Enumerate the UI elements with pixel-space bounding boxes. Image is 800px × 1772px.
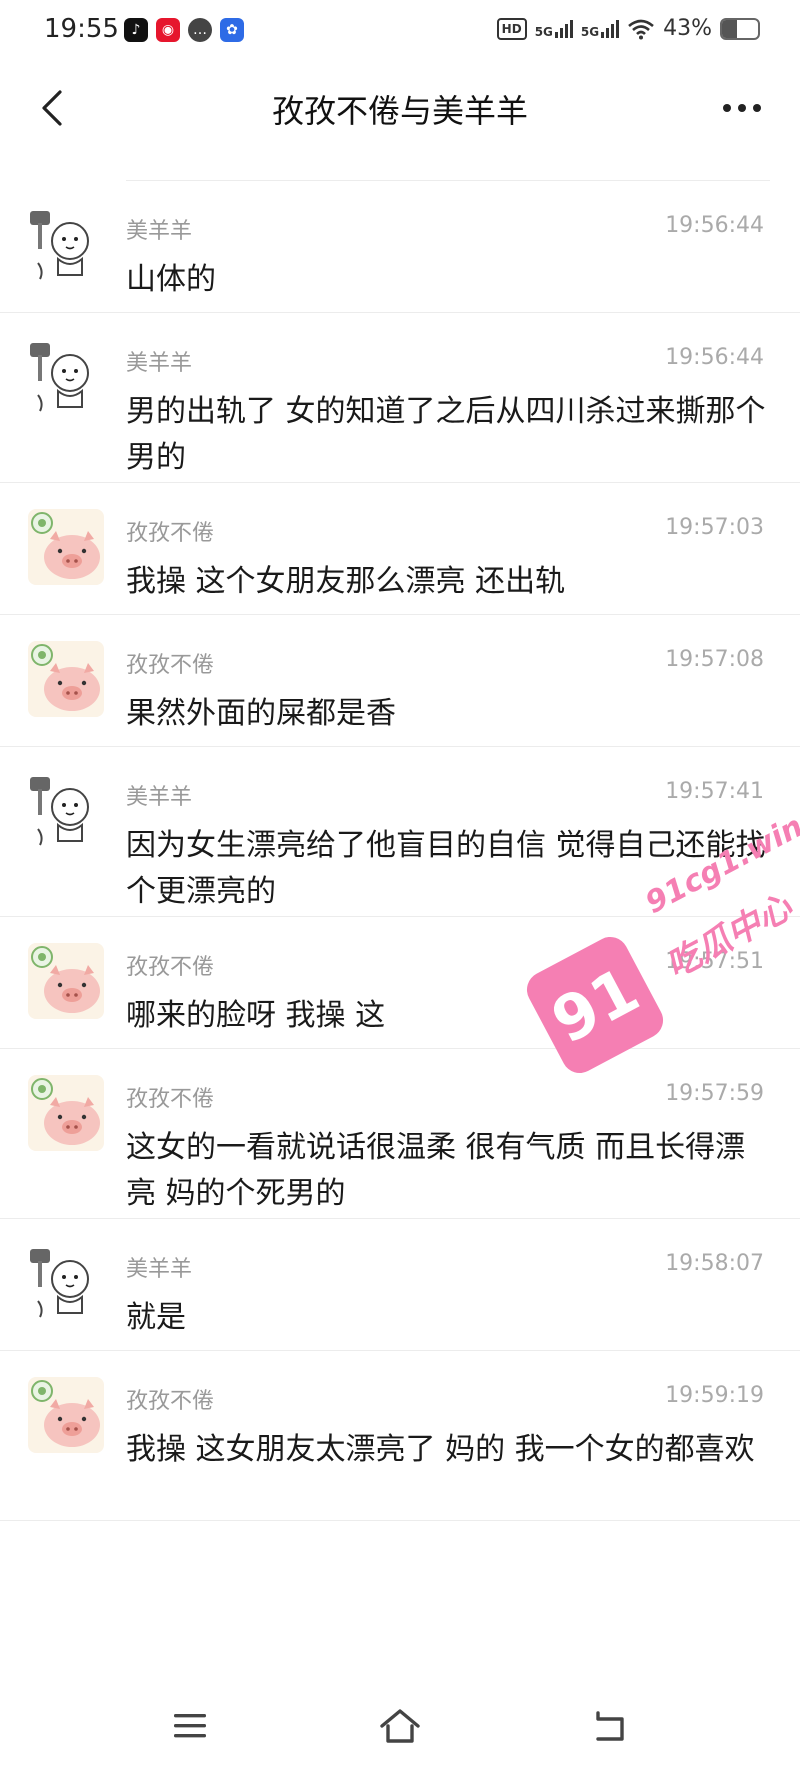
chat-message-5[interactable]: 美羊羊 19:57:41 因为女生漂亮给了他盲目的自信 觉得自己还能找个更漂亮的 bbox=[0, 747, 800, 917]
chat-message-6[interactable]: 孜孜不倦 19:57:51 哪来的脸呀 我操 这 bbox=[0, 917, 800, 1049]
chat-message-8[interactable]: 美羊羊 19:58:07 就是 bbox=[0, 1219, 800, 1351]
message-text: 男的出轨了 女的知道了之后从四川杀过来撕那个男的 bbox=[126, 394, 766, 475]
message-text: 这女的一看就说话很温柔 很有气质 而且长得漂亮 妈的个死男的 bbox=[126, 1130, 746, 1211]
pig-avatar-icon bbox=[28, 943, 104, 1019]
pig-avatar-icon bbox=[28, 509, 104, 585]
message-time: 19:59:19 bbox=[665, 1383, 764, 1408]
status-time: 19:55 bbox=[44, 14, 119, 44]
message-time: 19:56:44 bbox=[665, 213, 764, 238]
avatar[interactable] bbox=[28, 207, 104, 283]
chat-message-9[interactable]: 孜孜不倦 19:59:19 我操 这女朋友太漂亮了 妈的 我一个女的都喜欢 bbox=[0, 1351, 800, 1521]
chat-message-1[interactable]: 美羊羊 19:56:44 山体的 bbox=[0, 181, 800, 313]
chat-message-7[interactable]: 孜孜不倦 19:57:59 这女的一看就说话很温柔 很有气质 而且长得漂亮 妈的… bbox=[0, 1049, 800, 1219]
return-icon bbox=[596, 1711, 624, 1741]
battery-icon bbox=[720, 17, 760, 40]
status-right: HD 5G 5G 43% bbox=[496, 16, 760, 41]
battery-percent: 43% bbox=[663, 16, 712, 41]
nav-bar: 孜孜不倦与美羊羊 bbox=[0, 62, 800, 158]
wifi-icon bbox=[628, 19, 654, 39]
chat-message-3[interactable]: 孜孜不倦 19:57:03 我操 这个女朋友那么漂亮 还出轨 bbox=[0, 483, 800, 615]
sender-name: 孜孜不倦 bbox=[126, 1389, 215, 1414]
avatar[interactable] bbox=[28, 509, 104, 585]
message-time: 19:57:41 bbox=[665, 779, 764, 804]
divider bbox=[126, 1520, 770, 1521]
hd-indicator: HD bbox=[496, 17, 527, 40]
sender-name: 美羊羊 bbox=[126, 351, 193, 376]
more-dot-icon bbox=[753, 104, 761, 112]
page-title: 孜孜不倦与美羊羊 bbox=[271, 92, 528, 130]
message-time: 19:58:07 bbox=[665, 1251, 764, 1276]
menu-button[interactable] bbox=[160, 1696, 220, 1756]
avatar[interactable] bbox=[28, 1377, 104, 1453]
sheep-avatar-icon bbox=[28, 339, 104, 415]
message-text: 因为女生漂亮给了他盲目的自信 觉得自己还能找个更漂亮的 bbox=[126, 828, 766, 909]
sender-name: 美羊羊 bbox=[126, 785, 193, 810]
avatar[interactable] bbox=[28, 773, 104, 849]
message-text: 山体的 bbox=[126, 262, 216, 297]
system-nav-bar bbox=[0, 1680, 800, 1772]
avatar[interactable] bbox=[28, 943, 104, 1019]
home-icon bbox=[380, 1709, 420, 1743]
avatar[interactable] bbox=[28, 339, 104, 415]
more-dot-icon bbox=[738, 104, 746, 112]
more-dot-icon bbox=[723, 104, 731, 112]
sheep-avatar-icon bbox=[28, 1245, 104, 1321]
chat-message-4[interactable]: 孜孜不倦 19:57:08 果然外面的屎都是香 bbox=[0, 615, 800, 747]
signal-icon-2: 5G bbox=[581, 19, 620, 38]
sender-name: 美羊羊 bbox=[126, 219, 193, 244]
pig-avatar-icon bbox=[28, 1377, 104, 1453]
status-app-icons: ♪ ◉ … ✿ bbox=[124, 18, 244, 42]
message-time: 19:57:59 bbox=[665, 1081, 764, 1106]
message-time: 19:56:44 bbox=[665, 345, 764, 370]
sender-name: 孜孜不倦 bbox=[126, 955, 215, 980]
message-text: 哪来的脸呀 我操 这 bbox=[126, 998, 386, 1033]
chat-list[interactable]: 美羊羊 19:56:44 山体的 美羊羊 19:56:44 男的出轨了 女的知道… bbox=[0, 181, 800, 1521]
sheep-avatar-icon bbox=[28, 207, 104, 283]
signal-icon-1: 5G bbox=[535, 19, 573, 38]
back-system-button[interactable] bbox=[580, 1696, 640, 1756]
message-time: 19:57:03 bbox=[665, 515, 764, 540]
status-bar: 19:55 ♪ ◉ … ✿ HD 5G 5G 43% bbox=[0, 0, 800, 62]
sender-name: 孜孜不倦 bbox=[126, 1087, 215, 1112]
sheep-avatar-icon bbox=[28, 773, 104, 849]
sender-name: 美羊羊 bbox=[126, 1257, 193, 1282]
message-text: 就是 bbox=[126, 1300, 186, 1335]
avatar[interactable] bbox=[28, 1245, 104, 1321]
message-icon: … bbox=[188, 18, 212, 42]
sender-name: 孜孜不倦 bbox=[126, 521, 215, 546]
message-text: 果然外面的屎都是香 bbox=[126, 696, 396, 731]
weibo-icon: ◉ bbox=[156, 18, 180, 42]
avatar[interactable] bbox=[28, 1075, 104, 1151]
message-text: 我操 这个女朋友那么漂亮 还出轨 bbox=[126, 564, 566, 599]
baidu-icon: ✿ bbox=[220, 18, 244, 42]
battery-fill bbox=[722, 19, 738, 38]
home-button[interactable] bbox=[370, 1696, 430, 1756]
pig-avatar-icon bbox=[28, 641, 104, 717]
tiktok-icon: ♪ bbox=[124, 18, 148, 42]
menu-icon bbox=[174, 1714, 206, 1738]
message-text: 我操 这女朋友太漂亮了 妈的 我一个女的都喜欢 bbox=[126, 1432, 755, 1467]
message-time: 19:57:51 bbox=[665, 949, 764, 974]
more-options-button[interactable] bbox=[712, 80, 772, 136]
pig-avatar-icon bbox=[28, 1075, 104, 1151]
message-time: 19:57:08 bbox=[665, 647, 764, 672]
chat-message-2[interactable]: 美羊羊 19:56:44 男的出轨了 女的知道了之后从四川杀过来撕那个男的 bbox=[0, 313, 800, 483]
sender-name: 孜孜不倦 bbox=[126, 653, 215, 678]
avatar[interactable] bbox=[28, 641, 104, 717]
